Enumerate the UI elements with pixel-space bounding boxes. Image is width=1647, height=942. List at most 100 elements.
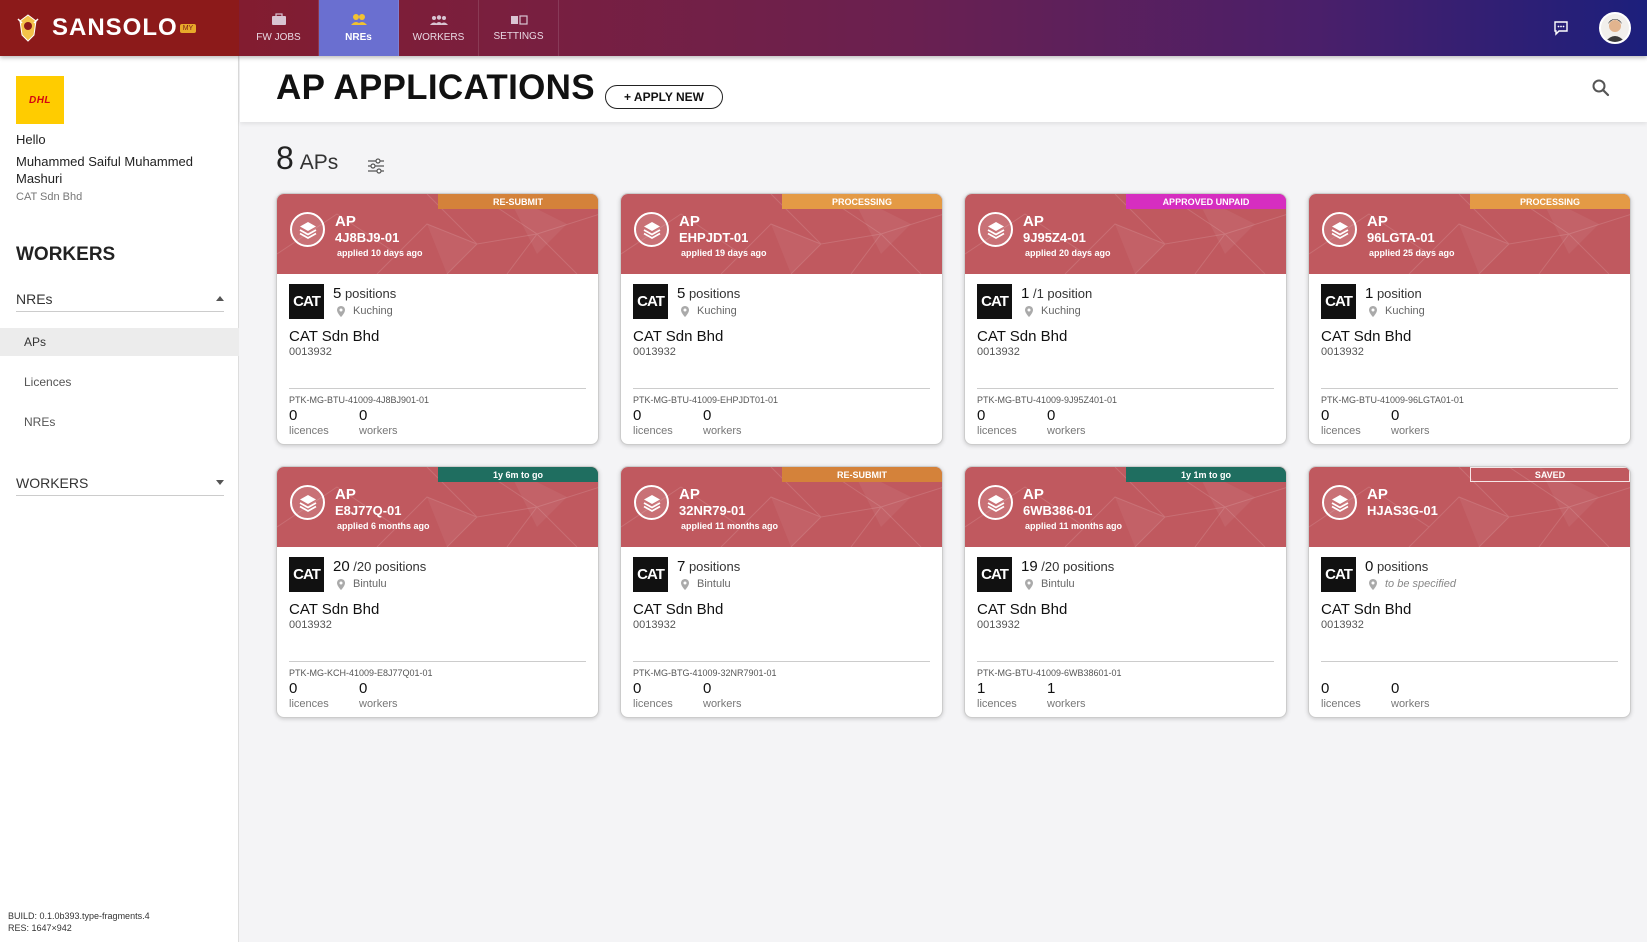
ap-card-header: PROCESSING AP EHPJDT-01 applied 19 days … [621, 194, 942, 274]
location-pin-icon [1025, 305, 1033, 317]
company-name: CAT Sdn Bhd [633, 601, 724, 618]
company-name: CAT Sdn Bhd [1321, 601, 1412, 618]
workers-stat: 1 workers [1047, 680, 1086, 710]
company-id: 0013932 [289, 346, 332, 358]
positions-count: 19 [1021, 558, 1038, 575]
nav-label: NREs [345, 32, 372, 43]
workers-stat: 0 workers [703, 407, 742, 437]
nav-settings[interactable]: SETTINGS [479, 0, 559, 56]
location: Kuching [337, 305, 393, 317]
location-text: to be specified [1385, 578, 1456, 590]
location: Bintulu [337, 578, 387, 590]
divider [1321, 388, 1618, 389]
nav-nres[interactable]: NREs [319, 0, 399, 56]
workers-count: 0 [703, 680, 712, 697]
divider [977, 661, 1274, 662]
workers-label: workers [703, 698, 742, 710]
sidebar-item-nres[interactable]: NREs [0, 408, 239, 436]
location-text: Kuching [1041, 305, 1081, 317]
ap-label: AP [1023, 486, 1044, 503]
employer-logo: CAT [633, 557, 668, 592]
licences-stat: 0 licences [289, 680, 329, 710]
positions-label: positions [685, 286, 741, 301]
top-bar: SANSOLO MY FW JOBS NREs WORKERS SETTINGS [0, 0, 1647, 56]
brand[interactable]: SANSOLO MY [0, 0, 239, 56]
nav-fw-jobs[interactable]: FW JOBS [239, 0, 319, 56]
search-button[interactable] [1591, 78, 1613, 100]
layers-icon [1322, 485, 1357, 520]
chat-button[interactable] [1545, 12, 1577, 44]
ap-card-header: 1y 6m to go AP E8J77Q-01 applied 6 month… [277, 467, 598, 547]
company-name: CAT Sdn Bhd [1321, 328, 1412, 345]
avatar[interactable] [1599, 12, 1631, 44]
sidebar-item-aps[interactable]: APs [0, 328, 239, 356]
applied-date: applied 19 days ago [681, 248, 767, 258]
workers-label: workers [359, 698, 398, 710]
ap-card-header: RE-SUBMIT AP 32NR79-01 applied 11 months… [621, 467, 942, 547]
employer-logo-text: CAT [637, 293, 665, 310]
workers-stat: 0 workers [359, 407, 398, 437]
positions: 20 /20 positions [333, 558, 426, 575]
status-badge: 1y 6m to go [438, 467, 598, 482]
nav-workers[interactable]: WORKERS [399, 0, 479, 56]
location: Kuching [1025, 305, 1081, 317]
licences-stat: 0 licences [977, 407, 1017, 437]
company-name: CAT Sdn Bhd [289, 601, 380, 618]
sidebar-item-licences[interactable]: Licences [0, 368, 239, 396]
user-company: CAT Sdn Bhd [16, 191, 83, 203]
apply-new-button[interactable]: + APPLY NEW [605, 85, 723, 109]
applied-date: applied 10 days ago [337, 248, 423, 258]
status-badge: RE-SUBMIT [782, 467, 942, 482]
employer-logo: CAT [1321, 284, 1356, 319]
location-pin-icon [1369, 305, 1377, 317]
ap-card-header: SAVED AP HJAS3G-01 [1309, 467, 1630, 547]
divider [1321, 661, 1618, 662]
filter-button[interactable] [367, 158, 385, 174]
nav-label: WORKERS [412, 31, 465, 43]
licences-count: 0 [977, 407, 986, 424]
workers-stat: 0 workers [1047, 407, 1086, 437]
sidebar-group-workers[interactable]: WORKERS [16, 470, 224, 496]
ap-card[interactable]: RE-SUBMIT AP 32NR79-01 applied 11 months… [620, 466, 943, 718]
build-info: BUILD: 0.1.0b393.type-fragments.4 RES: 1… [8, 910, 150, 934]
ap-card[interactable]: RE-SUBMIT AP 4J8BJ9-01 applied 10 days a… [276, 193, 599, 445]
caret-down-icon [216, 480, 224, 485]
reference-number: PTK-MG-BTU-41009-9J95Z401-01 [977, 395, 1118, 405]
sidebar-group-nres[interactable]: NREs [16, 286, 224, 312]
ap-card[interactable]: 1y 1m to go AP 6WB386-01 applied 11 mont… [964, 466, 1287, 718]
company-id: 0013932 [633, 619, 676, 631]
reference-number: PTK-MG-BTU-41009-96LGTA01-01 [1321, 395, 1464, 405]
ap-card[interactable]: APPROVED UNPAID AP 9J95Z4-01 applied 20 … [964, 193, 1287, 445]
workers-count: 0 [1391, 680, 1400, 697]
status-badge: SAVED [1470, 467, 1630, 482]
user-photo-icon [1601, 14, 1629, 42]
layers-icon [634, 485, 669, 520]
licences-count: 1 [977, 680, 986, 697]
employer-logo-text: CAT [637, 566, 665, 583]
licences-stat: 0 licences [1321, 680, 1361, 710]
status-badge: PROCESSING [1470, 194, 1630, 209]
ap-card[interactable]: PROCESSING AP 96LGTA-01 applied 25 days … [1308, 193, 1631, 445]
workers-stat: 0 workers [359, 680, 398, 710]
workers-label: workers [359, 425, 398, 437]
employer-logo: CAT [977, 284, 1012, 319]
applied-date: applied 11 months ago [1025, 521, 1123, 531]
status-badge: RE-SUBMIT [438, 194, 598, 209]
ap-card[interactable]: PROCESSING AP EHPJDT-01 applied 19 days … [620, 193, 943, 445]
ap-code: HJAS3G-01 [1367, 503, 1438, 518]
top-right-actions [1545, 12, 1647, 44]
location: to be specified [1369, 578, 1456, 590]
build-resolution: RES: 1647×942 [8, 923, 72, 933]
ap-card[interactable]: 1y 6m to go AP E8J77Q-01 applied 6 month… [276, 466, 599, 718]
ap-code: EHPJDT-01 [679, 230, 749, 245]
ap-card[interactable]: SAVED AP HJAS3G-01 CAT 0 positions to be… [1308, 466, 1631, 718]
location-pin-icon [1369, 578, 1377, 590]
applied-date: applied 11 months ago [681, 521, 779, 531]
people-icon [350, 14, 367, 25]
employer-logo-text: CAT [981, 293, 1009, 310]
ap-label: AP [679, 486, 700, 503]
brand-name: SANSOLO [52, 14, 178, 41]
location-text: Bintulu [353, 578, 387, 590]
employer-logo: CAT [289, 284, 324, 319]
group-icon [429, 14, 448, 25]
